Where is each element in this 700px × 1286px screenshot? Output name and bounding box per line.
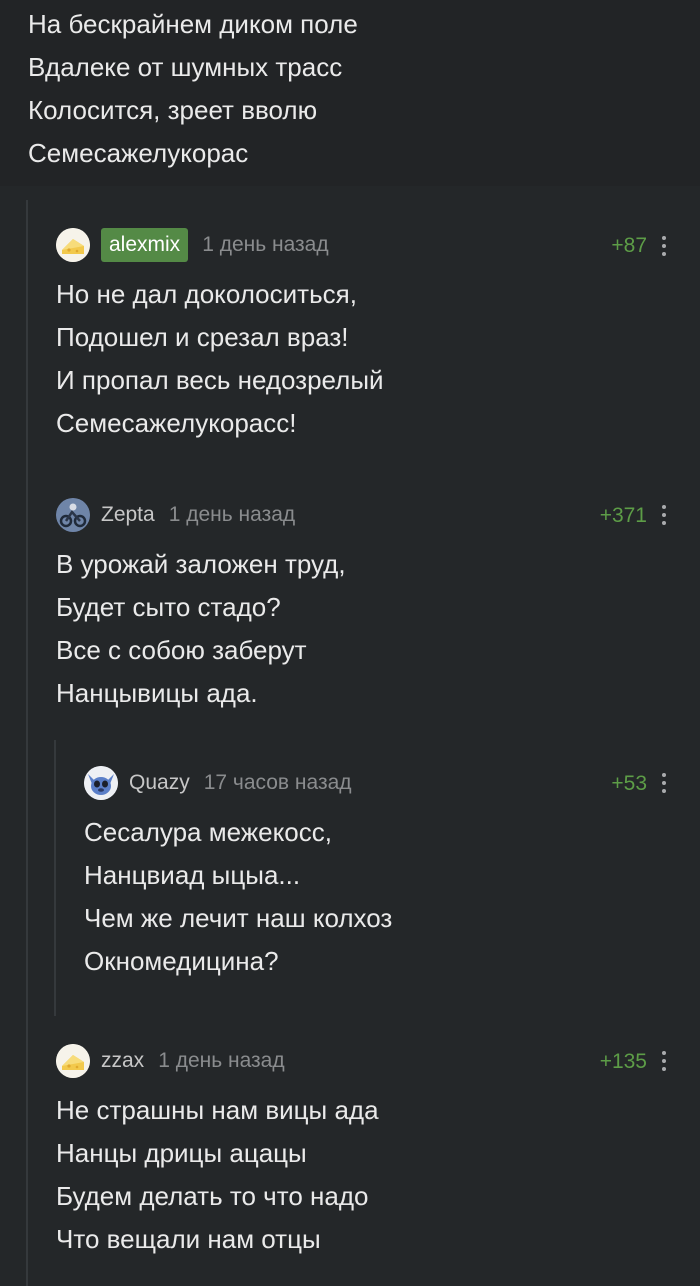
comment-line: Семесажелукорасс!: [56, 408, 297, 438]
top-comment-text: На бескрайнем диком поле Вдалеке от шумн…: [28, 3, 358, 175]
more-vertical-icon[interactable]: [661, 505, 667, 525]
comment-line: Но не дал доколоситься,: [56, 279, 357, 309]
more-vertical-icon[interactable]: [661, 773, 667, 793]
comment-text: Но не дал доколоситься, Подошел и срезал…: [56, 273, 384, 445]
comment-line: Подошел и срезал враз!: [56, 322, 349, 352]
comment-line: Семесажелукорас: [28, 138, 249, 168]
comment-line: Сесалура межекосс,: [84, 817, 332, 847]
timestamp: 1 день назад: [168, 503, 296, 526]
username[interactable]: Zepta: [101, 503, 155, 527]
username[interactable]: Quazy: [129, 771, 190, 795]
comment-header: zzax 1 день назад: [56, 1041, 285, 1081]
username[interactable]: zzax: [101, 1049, 144, 1073]
comment-line: В урожай заложен труд,: [56, 549, 346, 579]
timestamp: 17 часов назад: [203, 771, 352, 794]
comment-line: Нанцвиад ыцыа...: [84, 860, 301, 890]
comment-line: Нанцывицы ада.: [56, 678, 258, 708]
motorcycle-avatar-icon[interactable]: [56, 498, 90, 532]
timestamp: 1 день назад: [202, 233, 329, 256]
comment-line: Окномедицина?: [84, 946, 279, 976]
more-vertical-icon[interactable]: [661, 236, 667, 256]
stitch-avatar-icon[interactable]: [84, 766, 118, 800]
comment-line: Будет сыто стадо?: [56, 592, 281, 622]
comment-text: Не страшны нам вицы ада Нанцы дрицы ацац…: [56, 1089, 379, 1261]
comment-rating: +87: [611, 234, 647, 257]
cheese-avatar-icon[interactable]: [56, 228, 90, 262]
thread-line[interactable]: [54, 740, 56, 1016]
comment-text: В урожай заложен труд, Будет сыто стадо?…: [56, 543, 346, 715]
cheese-avatar-icon[interactable]: [56, 1044, 90, 1078]
comment-line: И пропал весь недозрелый: [56, 365, 384, 395]
comment-header: Quazy 17 часов назад: [84, 763, 352, 803]
comment-header: Zepta 1 день назад: [56, 495, 295, 535]
more-vertical-icon[interactable]: [661, 1051, 667, 1071]
comment-line: Чем же лечит наш колхоз: [84, 903, 393, 933]
comment-line: Все с собою заберут: [56, 635, 307, 665]
comment-line: Вдалеке от шумных трасс: [28, 52, 343, 82]
comment-line: Колосится, зреет вволю: [28, 95, 318, 125]
comment-line: Будем делать то что надо: [56, 1181, 369, 1211]
timestamp: 1 день назад: [158, 1049, 285, 1072]
comment-line: Нанцы дрицы ацацы: [56, 1138, 307, 1168]
username[interactable]: alexmix: [101, 228, 189, 262]
comment-line: Что вещали нам отцы: [56, 1224, 321, 1254]
thread-line[interactable]: [26, 200, 28, 1286]
comment-rating: +53: [611, 772, 647, 795]
comment-header: alexmix 1 день назад: [56, 225, 329, 265]
comment-text: Сесалура межекосс, Нанцвиад ыцыа... Чем …: [84, 811, 392, 983]
comment-line: На бескрайнем диком поле: [28, 9, 358, 39]
comment-line: Не страшны нам вицы ада: [56, 1095, 379, 1125]
comment-rating: +135: [599, 1050, 647, 1073]
comment-rating: +371: [599, 504, 647, 527]
